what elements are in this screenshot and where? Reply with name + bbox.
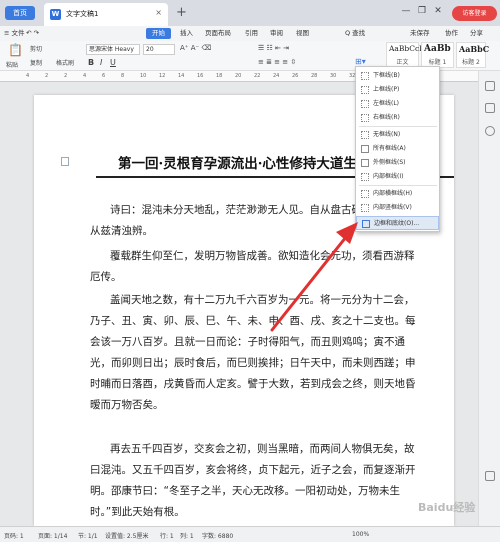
status-bar: 页码: 1 页面: 1/14 节: 1/1 设置值: 2.5厘米 行: 1 列:… — [0, 526, 500, 542]
status-word-count[interactable]: 字数: 6880 — [202, 531, 233, 540]
status-pages[interactable]: 页面: 1/14 — [38, 531, 67, 540]
status-row: 行: 1 — [160, 533, 174, 540]
status-col: 列: 1 — [180, 533, 194, 540]
status-section: 节: 1/1 — [78, 533, 98, 540]
annotation-arrow — [270, 222, 358, 332]
status-setting: 设置值: 2.5厘米 — [105, 533, 149, 540]
watermark: Baidu经验 — [418, 501, 476, 514]
status-page-num: 页码: 1 — [4, 533, 24, 540]
zoom-level[interactable]: 100% — [352, 531, 369, 538]
